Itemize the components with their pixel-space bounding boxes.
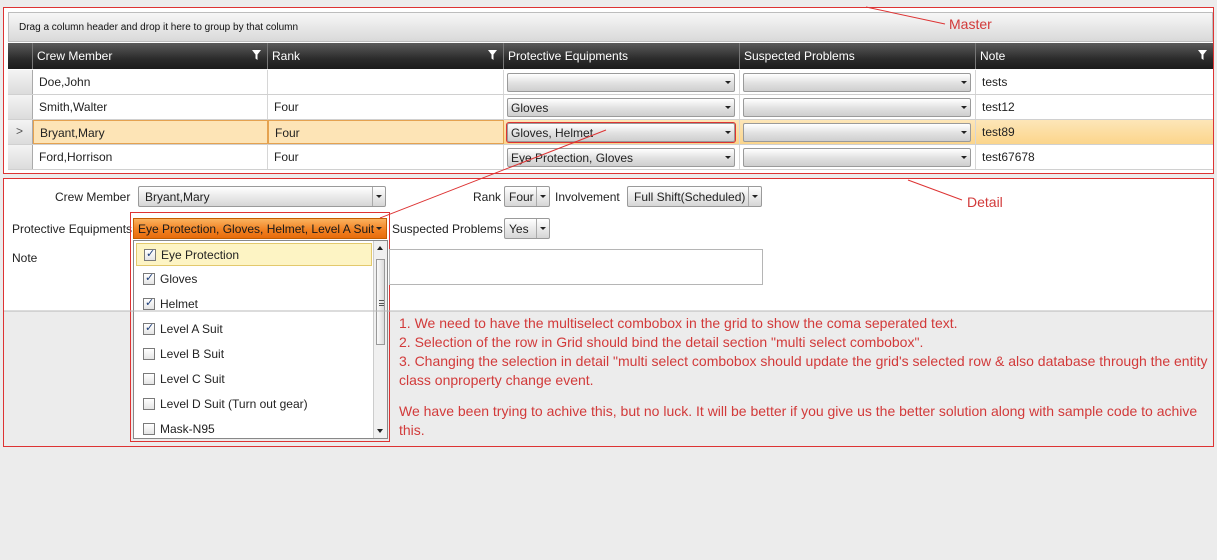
detail-callout-label: Detail (967, 194, 1003, 210)
callout-lines (4, 6, 1213, 312)
master-callout-label: Master (949, 16, 992, 32)
